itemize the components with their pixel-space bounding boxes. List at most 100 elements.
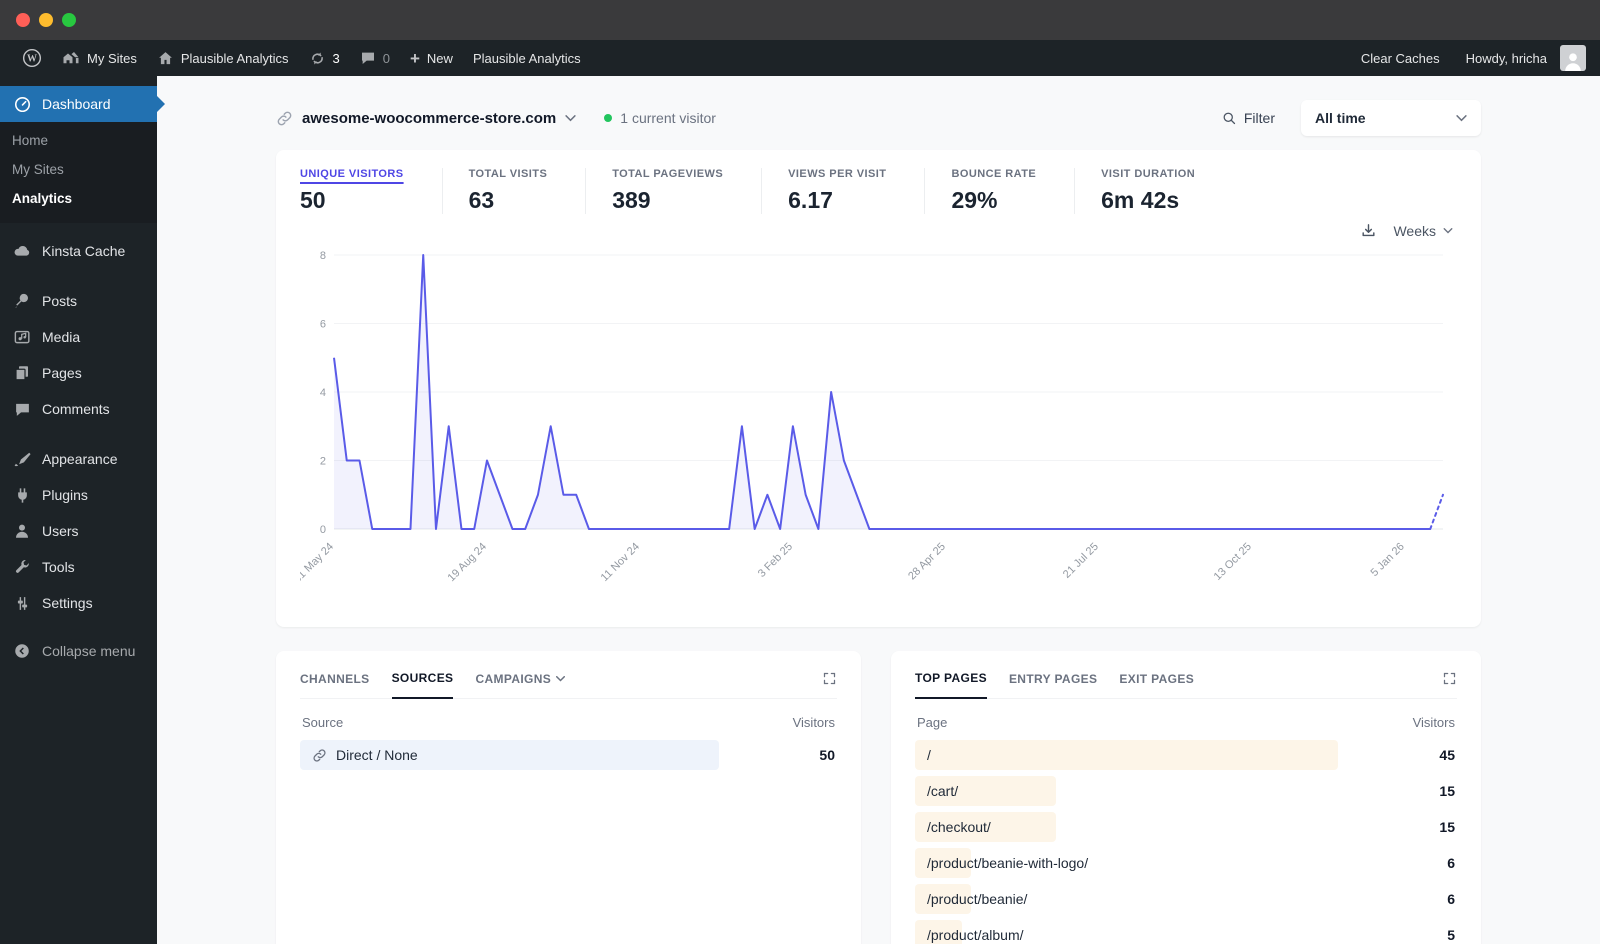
interval-select[interactable]: Weeks — [1393, 223, 1453, 239]
sidebar-subitem-home[interactable]: Home — [0, 126, 157, 155]
tab-exit-pages[interactable]: EXIT PAGES — [1119, 672, 1194, 698]
svg-text:6: 6 — [320, 319, 326, 331]
svg-text:28 Apr 25: 28 Apr 25 — [906, 541, 948, 583]
date-range-select[interactable]: All time — [1301, 100, 1481, 136]
pushpin-icon — [12, 291, 32, 311]
source-row[interactable]: Direct / None 50 — [300, 740, 837, 770]
wp-sidebar-menu: Dashboard Home My Sites Analytics Kinsta… — [0, 76, 157, 944]
svg-text:19 Aug 24: 19 Aug 24 — [446, 541, 490, 585]
svg-text:8: 8 — [320, 250, 326, 262]
svg-text:31 May 24: 31 May 24 — [300, 541, 336, 586]
sidebar-subitem-my-sites[interactable]: My Sites — [0, 155, 157, 184]
sidebar-item-users[interactable]: Users — [0, 513, 157, 549]
new-content-menu[interactable]: + New — [400, 40, 463, 76]
account-menu[interactable]: Howdy, hricha — [1456, 40, 1588, 76]
dashboard-submenu: Home My Sites Analytics — [0, 122, 157, 223]
sidebar-item-dashboard[interactable]: Dashboard — [0, 86, 157, 122]
collapse-menu-button[interactable]: Collapse menu — [0, 633, 157, 669]
tab-top-pages[interactable]: TOP PAGES — [915, 671, 987, 699]
plug-icon — [12, 485, 32, 505]
page-row[interactable]: /cart/ 15 — [915, 776, 1457, 806]
metrics-row: UNIQUE VISITORS 50 TOTAL VISITS 63 TOTAL… — [300, 168, 1457, 214]
page-row[interactable]: /product/beanie-with-logo/ 6 — [915, 848, 1457, 878]
plus-icon: + — [409, 48, 420, 68]
tab-campaigns[interactable]: CAMPAIGNS — [475, 672, 566, 698]
pages-tabs: TOP PAGES ENTRY PAGES EXIT PAGES — [915, 671, 1457, 699]
minimize-window-button[interactable] — [39, 13, 53, 27]
chevron-down-icon — [1443, 227, 1453, 233]
tab-channels[interactable]: CHANNELS — [300, 672, 370, 698]
comments-count: 0 — [382, 50, 390, 66]
sliders-icon — [12, 593, 32, 613]
page-title-item[interactable]: Plausible Analytics — [463, 40, 591, 76]
link-icon — [276, 110, 293, 127]
tab-sources[interactable]: SOURCES — [391, 671, 454, 699]
updates-count: 3 — [332, 50, 340, 66]
updates-icon — [309, 50, 326, 67]
sidebar-item-tools[interactable]: Tools — [0, 549, 157, 585]
sidebar-item-plugins[interactable]: Plugins — [0, 477, 157, 513]
metric-views-per-visit[interactable]: VIEWS PER VISIT 6.17 — [761, 168, 924, 214]
search-icon — [1223, 112, 1235, 124]
svg-text:4: 4 — [320, 387, 326, 399]
metric-bounce-rate[interactable]: BOUNCE RATE 29% — [924, 168, 1074, 214]
comments-menu[interactable]: 0 — [350, 40, 400, 76]
metric-total-pageviews[interactable]: TOTAL PAGEVIEWS 389 — [585, 168, 761, 214]
brush-icon — [12, 449, 32, 469]
wordpress-logo-icon: W — [22, 48, 42, 68]
updates-menu[interactable]: 3 — [299, 40, 350, 76]
chevron-down-icon — [565, 114, 576, 121]
page-row[interactable]: /product/album/ 5 — [915, 920, 1457, 944]
user-icon — [12, 521, 32, 541]
site-domain: awesome-woocommerce-store.com — [302, 109, 557, 127]
sidebar-item-media[interactable]: Media — [0, 319, 157, 355]
link-icon — [313, 748, 326, 762]
page-row[interactable]: /checkout/ 15 — [915, 812, 1457, 842]
tab-entry-pages[interactable]: ENTRY PAGES — [1009, 672, 1097, 698]
metric-visit-duration[interactable]: VISIT DURATION 6m 42s — [1074, 168, 1233, 214]
pages-card: TOP PAGES ENTRY PAGES EXIT PAGES Page Vi… — [891, 651, 1481, 944]
visitors-bar — [915, 740, 1338, 770]
svg-text:2: 2 — [320, 456, 326, 468]
site-selector[interactable]: awesome-woocommerce-store.com — [276, 110, 576, 127]
svg-text:13 Oct 25: 13 Oct 25 — [1212, 541, 1254, 583]
window-titlebar — [0, 0, 1600, 40]
site-name-label: Plausible Analytics — [180, 50, 289, 66]
download-icon[interactable] — [1360, 222, 1377, 239]
current-visitors: 1 current visitor — [604, 110, 716, 126]
sidebar-item-pages[interactable]: Pages — [0, 355, 157, 391]
page-title-label: Plausible Analytics — [472, 50, 581, 66]
sidebar-item-comments[interactable]: Comments — [0, 391, 157, 427]
sidebar-item-posts[interactable]: Posts — [0, 283, 157, 319]
chart-toolbar: Weeks — [300, 222, 1457, 239]
cloud-icon — [12, 241, 32, 261]
wrench-icon — [12, 557, 32, 577]
network-sites-icon — [62, 49, 80, 67]
pages-icon — [12, 363, 32, 383]
metric-unique-visitors[interactable]: UNIQUE VISITORS 50 — [300, 168, 442, 214]
page-row[interactable]: /product/beanie/ 6 — [915, 884, 1457, 914]
sidebar-item-kinsta-cache[interactable]: Kinsta Cache — [0, 233, 157, 269]
chevron-down-icon — [1456, 114, 1467, 121]
expand-icon[interactable] — [822, 671, 837, 698]
new-label: New — [426, 50, 453, 66]
clear-caches-button[interactable]: Clear Caches — [1351, 40, 1450, 76]
sidebar-item-appearance[interactable]: Appearance — [0, 441, 157, 477]
close-window-button[interactable] — [16, 13, 30, 27]
sidebar-item-settings[interactable]: Settings — [0, 585, 157, 621]
online-dot-icon — [604, 114, 613, 122]
current-site-menu[interactable]: Plausible Analytics — [147, 40, 299, 76]
expand-icon[interactable] — [1442, 671, 1457, 698]
page-row[interactable]: / 45 — [915, 740, 1457, 770]
filter-button[interactable]: Filter — [1222, 110, 1275, 126]
analytics-page: awesome-woocommerce-store.com 1 current … — [157, 76, 1600, 944]
sidebar-subitem-analytics[interactable]: Analytics — [0, 184, 157, 213]
howdy-label: Howdy, hricha — [1465, 50, 1547, 66]
visitors-line-chart[interactable]: 0 2 4 6 8 31 May 24 19 Aug 24 11 Nov 24 3 Feb 25… — [300, 239, 1457, 591]
metric-total-visits[interactable]: TOTAL VISITS 63 — [441, 168, 586, 214]
my-sites-menu[interactable]: My Sites — [52, 40, 147, 76]
collapse-icon — [12, 641, 32, 661]
wp-logo-menu[interactable]: W — [12, 40, 52, 76]
zoom-window-button[interactable] — [62, 13, 76, 27]
svg-text:11 Nov 24: 11 Nov 24 — [599, 541, 642, 584]
